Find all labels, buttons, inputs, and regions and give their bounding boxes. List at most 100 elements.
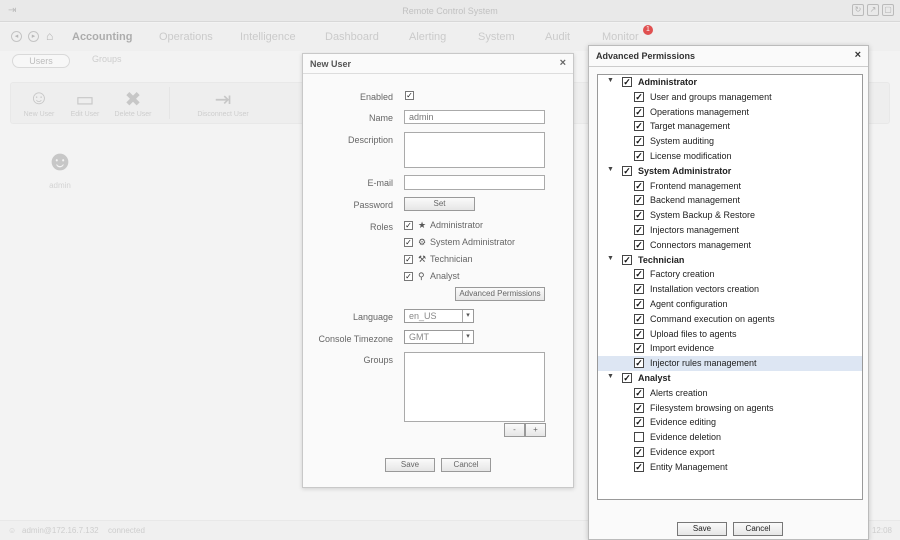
permission-group[interactable]: ▼ ✓ Analyst	[598, 371, 862, 386]
permission-checkbox[interactable]: ✓	[634, 402, 644, 413]
expand-toggle-icon[interactable]: ▼	[607, 373, 614, 380]
role-analyst-checkbox[interactable]: ✓	[404, 272, 413, 281]
permission-item[interactable]: ✓ Backend management	[598, 193, 862, 208]
permission-checkbox[interactable]: ✓	[634, 461, 644, 472]
permission-group[interactable]: ▼ ✓ Technician	[598, 253, 862, 268]
permission-checkbox[interactable]: ✓	[634, 269, 644, 280]
save-button[interactable]: Save	[677, 522, 727, 536]
nav-audit[interactable]: Audit	[545, 31, 570, 43]
refresh-icon[interactable]: ↻	[852, 4, 864, 16]
nav-accounting[interactable]: Accounting	[72, 31, 133, 43]
permission-item[interactable]: ✓ Installation vectors creation	[598, 282, 862, 297]
permission-item[interactable]: Evidence deletion	[598, 430, 862, 445]
close-icon[interactable]: ×	[855, 49, 861, 61]
permission-item[interactable]: ✓ System auditing	[598, 134, 862, 149]
permission-item[interactable]: ✓ License modification	[598, 149, 862, 164]
permission-checkbox[interactable]: ✓	[634, 151, 644, 161]
role-sysadmin-checkbox[interactable]: ✓	[404, 238, 413, 247]
permission-checkbox[interactable]: ✓	[634, 106, 644, 117]
email-field[interactable]	[404, 175, 545, 190]
add-group-button[interactable]: +	[525, 423, 546, 437]
nav-dashboard[interactable]: Dashboard	[325, 31, 379, 43]
role-administrator-checkbox[interactable]: ✓	[404, 221, 413, 230]
tab-users[interactable]: Users	[12, 54, 70, 68]
permission-checkbox[interactable]: ✓	[634, 387, 644, 398]
tab-groups[interactable]: Groups	[92, 54, 122, 64]
permission-checkbox[interactable]: ✓	[634, 284, 644, 295]
nav-alerting[interactable]: Alerting	[409, 31, 446, 43]
nav-system[interactable]: System	[478, 31, 515, 43]
permission-checkbox[interactable]	[634, 432, 644, 443]
group-checkbox[interactable]: ✓	[622, 77, 632, 87]
groups-list[interactable]	[404, 352, 545, 422]
permission-checkbox[interactable]: ✓	[634, 225, 644, 235]
permission-checkbox[interactable]: ✓	[634, 417, 644, 428]
cancel-button[interactable]: Cancel	[441, 458, 491, 472]
forward-icon[interactable]: ▸	[28, 31, 39, 42]
nav-operations[interactable]: Operations	[159, 31, 213, 43]
permission-item[interactable]: ✓ Frontend management	[598, 179, 862, 194]
permission-item[interactable]: ✓ Evidence export	[598, 445, 862, 460]
permission-checkbox[interactable]: ✓	[634, 313, 644, 324]
permission-item[interactable]: ✓ Upload files to agents	[598, 327, 862, 342]
permission-checkbox[interactable]: ✓	[634, 328, 644, 339]
permission-item[interactable]: ✓ Import evidence	[598, 341, 862, 356]
description-field[interactable]	[404, 132, 545, 168]
permission-item[interactable]: ✓ User and groups management	[598, 90, 862, 105]
permission-checkbox[interactable]: ✓	[634, 91, 644, 102]
permission-checkbox[interactable]: ✓	[634, 195, 644, 206]
permission-checkbox[interactable]: ✓	[634, 447, 644, 457]
permission-checkbox[interactable]: ✓	[634, 343, 644, 354]
expand-toggle-icon[interactable]: ▼	[607, 166, 614, 173]
permission-item[interactable]: ✓ Factory creation	[598, 267, 862, 282]
close-icon[interactable]: ×	[560, 57, 566, 69]
permission-group[interactable]: ▼ ✓ System Administrator	[598, 164, 862, 179]
advanced-permissions-button[interactable]: Advanced Permissions	[455, 287, 545, 301]
timezone-select[interactable]: GMT ▾	[404, 330, 474, 344]
permission-checkbox[interactable]: ✓	[634, 358, 644, 369]
permission-item[interactable]: ✓ Connectors management	[598, 238, 862, 253]
name-field[interactable]: admin	[404, 110, 545, 124]
group-checkbox[interactable]: ✓	[622, 165, 632, 176]
language-select[interactable]: en_US ▾	[404, 309, 474, 323]
role-technician-checkbox[interactable]: ✓	[404, 255, 413, 264]
permission-item[interactable]: ✓ Command execution on agents	[598, 312, 862, 327]
list-item[interactable]: ☻ admin	[40, 145, 80, 190]
permission-item[interactable]: ✓ Filesystem browsing on agents	[598, 401, 862, 416]
permission-item[interactable]: ✓ Injectors management	[598, 223, 862, 238]
delete-user-button[interactable]: ✖ Delete User	[111, 87, 155, 118]
disconnect-user-button[interactable]: ⇥ Disconnect User	[193, 87, 253, 118]
fullscreen-icon[interactable]: ▢	[882, 4, 894, 16]
permission-checkbox[interactable]: ✓	[634, 180, 644, 191]
nav-intelligence[interactable]: Intelligence	[240, 31, 296, 43]
nav-monitor[interactable]: Monitor	[602, 31, 639, 43]
set-password-button[interactable]: Set	[404, 197, 475, 211]
permission-item[interactable]: ✓ Target management	[598, 119, 862, 134]
permission-item[interactable]: ✓ Entity Management	[598, 460, 862, 475]
permission-group[interactable]: ▼ ✓ Administrator	[598, 75, 862, 90]
cancel-button[interactable]: Cancel	[733, 522, 783, 536]
save-button[interactable]: Save	[385, 458, 435, 472]
maximize-icon[interactable]: ↗	[867, 4, 879, 16]
enabled-checkbox[interactable]: ✓	[405, 91, 414, 100]
permission-item[interactable]: ✓ Operations management	[598, 105, 862, 120]
permission-item[interactable]: ✓ Injector rules management	[598, 356, 862, 371]
permission-item[interactable]: ✓ Evidence editing	[598, 415, 862, 430]
back-icon[interactable]: ◂	[11, 31, 22, 42]
permission-checkbox[interactable]: ✓	[634, 210, 644, 221]
expand-toggle-icon[interactable]: ▼	[607, 255, 614, 262]
permission-checkbox[interactable]: ✓	[634, 239, 644, 250]
permission-checkbox[interactable]: ✓	[634, 121, 644, 132]
expand-toggle-icon[interactable]: ▼	[607, 77, 614, 84]
permission-item[interactable]: ✓ Alerts creation	[598, 386, 862, 401]
group-checkbox[interactable]: ✓	[622, 254, 632, 265]
permission-checkbox[interactable]: ✓	[634, 136, 644, 147]
home-icon[interactable]: ⌂	[46, 29, 53, 43]
permission-item[interactable]: ✓ System Backup & Restore	[598, 208, 862, 223]
remove-group-button[interactable]: -	[504, 423, 525, 437]
permission-checkbox[interactable]: ✓	[634, 299, 644, 309]
group-checkbox[interactable]: ✓	[622, 373, 632, 383]
new-user-button[interactable]: ☺ New User	[19, 87, 59, 118]
edit-user-button[interactable]: ▭ Edit User	[65, 87, 105, 118]
permission-item[interactable]: ✓ Agent configuration	[598, 297, 862, 312]
